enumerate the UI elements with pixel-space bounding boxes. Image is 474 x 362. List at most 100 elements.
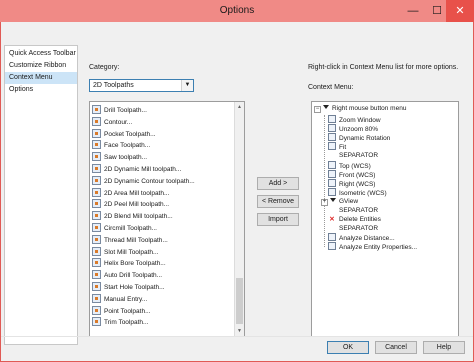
toolpath-icon: [92, 164, 101, 173]
command-list-item-label: Pocket Toolpath...: [104, 130, 156, 138]
toolpath-icon: [92, 293, 101, 303]
command-list-item[interactable]: Manual Entry...: [92, 293, 148, 305]
command-list-item[interactable]: 2D Area Mill toolpath...: [92, 187, 170, 199]
import-button[interactable]: Import: [257, 213, 299, 226]
toolpath-icon: [92, 116, 101, 126]
toolpath-icon: [92, 282, 101, 291]
fit-icon: [328, 142, 336, 151]
analyze-distance-icon: [328, 233, 336, 242]
submenu-arrow-icon: [330, 197, 336, 202]
remove-button[interactable]: < Remove: [257, 195, 299, 208]
command-list[interactable]: Drill Toolpath... Contour... Pocket Toolpa…: [89, 101, 245, 337]
context-menu-info-text: Right-click in Context Menu list for mor…: [308, 64, 459, 71]
isometric-view-icon: [328, 187, 336, 196]
toolpath-icon: [92, 305, 101, 315]
command-list-item[interactable]: Slot Mill Toolpath...: [92, 246, 159, 258]
command-list-item[interactable]: Point Toolpath...: [92, 305, 151, 317]
analyze-entity-icon: [328, 242, 336, 251]
command-list-item[interactable]: Thread Mill Toolpath...: [92, 234, 168, 246]
options-nav: Quick Access Toolbar Customize Ribbon Co…: [4, 45, 78, 345]
scroll-down-arrow-icon[interactable]: ▼: [235, 326, 244, 336]
scroll-thumb[interactable]: [236, 278, 243, 324]
command-list-item-label: 2D Blend Mill toolpath...: [104, 213, 173, 221]
context-menu-label: Context Menu:: [308, 84, 354, 91]
command-list-item[interactable]: Circmill Toolpath...: [92, 223, 157, 234]
command-list-item-label: Slot Mill Toolpath...: [104, 248, 159, 256]
context-menu-item-label: Analyze Entity Properties...: [339, 244, 418, 252]
command-list-item[interactable]: Saw toolpath...: [92, 152, 147, 163]
title-bar: Options — ☐ ✕: [0, 0, 474, 22]
context-menu-item-label: SEPARATOR: [339, 225, 379, 233]
scroll-up-arrow-icon[interactable]: ▲: [235, 102, 244, 112]
help-button[interactable]: Help: [423, 341, 465, 354]
category-label: Category:: [89, 64, 120, 71]
command-list-item[interactable]: 2D Peel Mill toolpath...: [92, 199, 169, 210]
nav-item-customize-ribbon[interactable]: Customize Ribbon: [5, 60, 77, 72]
context-menu-item[interactable]: Analyze Entity Properties...: [328, 242, 417, 252]
nav-item-options[interactable]: Options: [5, 84, 77, 96]
nav-item-context-menu[interactable]: Context Menu: [5, 72, 77, 84]
command-list-item-label: 2D Dynamic Mill toolpath...: [104, 166, 182, 173]
close-button[interactable]: ✕: [446, 0, 474, 22]
command-list-item[interactable]: Pocket Toolpath...: [92, 128, 156, 140]
command-list-item-label: Contour...: [104, 118, 133, 126]
command-list-item-label: Auto Drill Toolpath...: [104, 272, 163, 280]
command-list-item-label: Manual Entry...: [104, 295, 148, 303]
tree-root[interactable]: − Right mouse button menu: [314, 104, 406, 114]
chevron-down-icon[interactable]: ▼: [181, 80, 193, 91]
unzoom-icon: [328, 124, 336, 133]
collapse-icon[interactable]: −: [314, 106, 321, 113]
ok-button[interactable]: OK: [327, 341, 369, 354]
toolpath-icon: [92, 246, 101, 256]
command-list-item-label: Point Toolpath...: [104, 307, 151, 315]
context-menu-tree[interactable]: − Right mouse button menu Zoom Window Unzo…: [311, 101, 459, 337]
tree-root-label: Right mouse button menu: [332, 105, 407, 112]
context-menu-item-label: SEPARATOR: [339, 152, 379, 160]
toolpath-icon: [92, 175, 101, 185]
toolpath-icon: [92, 317, 101, 327]
toolpath-icon: [92, 270, 101, 280]
command-list-item-label: 2D Area Mill toolpath...: [104, 189, 170, 197]
command-list-item[interactable]: Face Toolpath...: [92, 140, 150, 151]
command-list-item[interactable]: Drill Toolpath...: [92, 105, 147, 116]
command-list-item-label: 2D Peel Mill toolpath...: [104, 201, 170, 209]
expand-icon[interactable]: +: [321, 198, 328, 206]
command-list-item[interactable]: Auto Drill Toolpath...: [92, 270, 162, 281]
command-list-item[interactable]: Contour...: [92, 116, 133, 128]
category-dropdown-value: 2D Toolpaths: [93, 82, 134, 89]
command-list-item[interactable]: Helix Bore Toolpath...: [92, 258, 166, 269]
context-menu-item-label: GView: [339, 197, 359, 205]
command-list-item[interactable]: 2D Dynamic Contour toolpath...: [92, 175, 195, 187]
context-menu-item-label: SEPARATOR: [339, 207, 379, 214]
context-menu-item-label: Dynamic Rotation: [339, 135, 391, 143]
context-menu-item-label: Top (WCS): [339, 162, 371, 170]
dynamic-rotation-icon: [328, 133, 336, 142]
command-list-item[interactable]: Start Hole Toolpath...: [92, 282, 165, 293]
toolpath-icon: [92, 223, 101, 232]
context-menu-item-label: Delete Entities: [339, 216, 381, 224]
command-list-item-label: Thread Mill Toolpath...: [104, 236, 168, 244]
add-button[interactable]: Add >: [257, 177, 299, 190]
context-menu-item-label: Isometric (WCS): [339, 189, 387, 197]
command-list-item[interactable]: 2D Blend Mill toolpath...: [92, 211, 173, 222]
toolpath-icon: [92, 128, 101, 138]
context-menu-item-label: Fit: [339, 144, 347, 152]
command-list-item[interactable]: 2D Dynamic Mill toolpath...: [92, 164, 181, 175]
category-dropdown[interactable]: 2D Toolpaths ▼: [89, 79, 194, 92]
context-menu-item-label: Front (WCS): [339, 171, 376, 179]
command-list-item-label: Trim Toolpath...: [104, 319, 149, 327]
command-list-item-label: Start Hole Toolpath...: [104, 284, 165, 291]
top-view-icon: [328, 160, 336, 169]
minimize-button[interactable]: —: [400, 0, 426, 22]
cancel-button[interactable]: Cancel: [375, 341, 417, 354]
nav-item-quick-access-toolbar[interactable]: Quick Access Toolbar: [5, 48, 77, 60]
command-list-scrollbar[interactable]: ▲ ▼: [234, 102, 244, 336]
front-view-icon: [328, 169, 336, 178]
command-list-item[interactable]: Trim Toolpath...: [92, 317, 148, 328]
toolpath-icon: [92, 258, 101, 268]
command-list-item-label: 2D Dynamic Contour toolpath...: [104, 177, 195, 185]
menu-arrow-icon: [323, 105, 329, 109]
toolpath-icon: [92, 211, 101, 221]
command-list-item-label: Helix Bore Toolpath...: [104, 260, 166, 268]
zoom-window-icon: [328, 115, 336, 123]
